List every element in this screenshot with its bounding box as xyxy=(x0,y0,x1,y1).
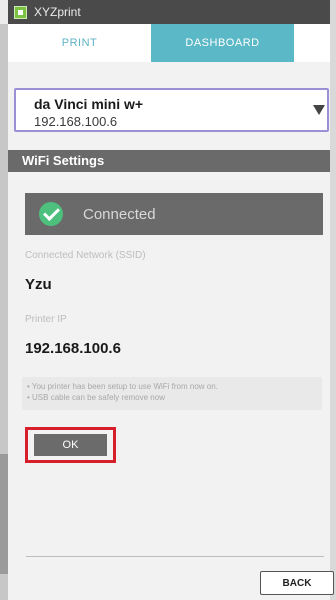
background-right-strip xyxy=(330,0,336,600)
ok-button-highlight: OK xyxy=(25,427,116,463)
tab-bar-spacer xyxy=(294,24,330,62)
printer-ip-address: 192.168.100.6 xyxy=(34,114,118,129)
tab-print[interactable]: PRINT xyxy=(8,24,151,62)
ssid-value: Yzu xyxy=(25,276,52,293)
tab-dashboard[interactable]: DASHBOARD xyxy=(151,24,294,62)
check-circle-icon xyxy=(39,202,63,226)
app-window: XYZprint PRINT DASHBOARD da Vinci mini w… xyxy=(8,0,334,600)
printer-select-dropdown[interactable]: da Vinci mini w+ 192.168.100.6 xyxy=(14,88,329,132)
setup-notes: • You printer has been setup to use WiFi… xyxy=(22,377,322,410)
wifi-settings-header: WiFi Settings xyxy=(8,150,330,172)
connection-status-bar: Connected xyxy=(25,193,323,235)
background-left-strip xyxy=(0,24,8,600)
xyzprint-app-icon xyxy=(14,5,27,19)
ok-button[interactable]: OK xyxy=(34,434,107,456)
printer-ip-label: Printer IP xyxy=(25,314,67,325)
title-bar: XYZprint xyxy=(8,0,330,24)
footer-divider xyxy=(26,556,324,557)
background-left-strip-shade xyxy=(0,454,8,574)
tab-bar: PRINT DASHBOARD xyxy=(8,24,330,62)
dropdown-triangle-icon[interactable] xyxy=(311,92,327,128)
note-line: • USB cable can be safely remove now xyxy=(27,393,165,402)
printer-ip-value: 192.168.100.6 xyxy=(25,340,121,357)
connection-status-text: Connected xyxy=(83,205,156,223)
note-line: • You printer has been setup to use WiFi… xyxy=(27,382,218,391)
printer-name: da Vinci mini w+ xyxy=(34,96,144,112)
app-title: XYZprint xyxy=(34,5,81,19)
ssid-label: Connected Network (SSID) xyxy=(25,250,146,261)
back-button[interactable]: BACK xyxy=(260,571,334,595)
